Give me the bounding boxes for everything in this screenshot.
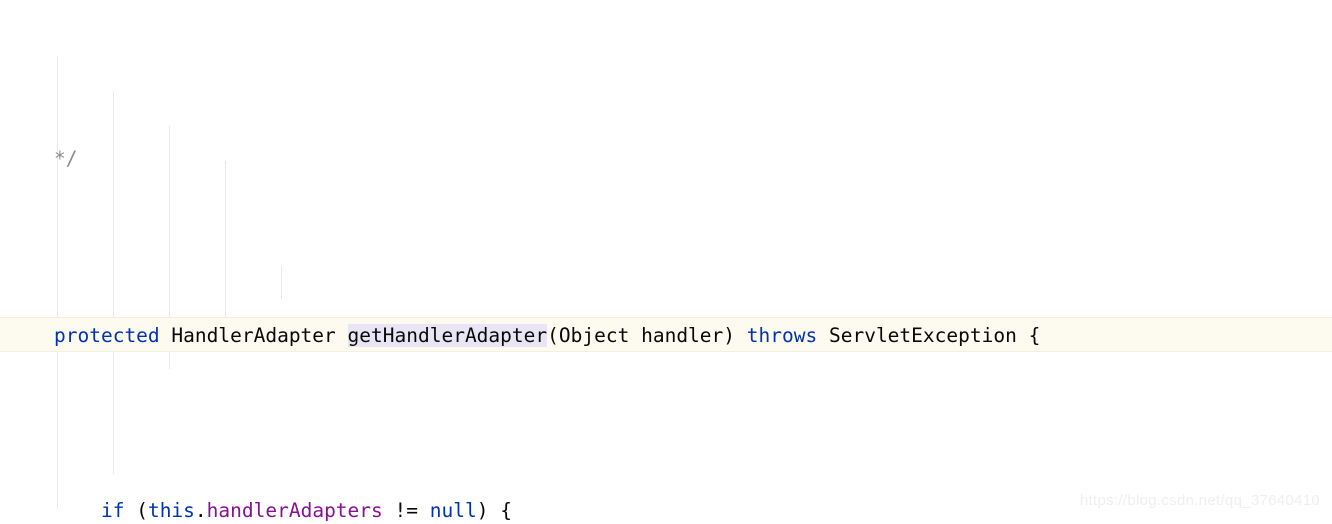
param-type: Object — [558, 323, 630, 347]
open-paren: ( — [136, 498, 148, 522]
code-line-1[interactable]: */ — [0, 141, 1332, 176]
keyword-protected: protected — [54, 323, 160, 347]
exception-type: ServletException — [828, 323, 1017, 347]
block-comment-end: */ — [54, 146, 78, 170]
close-paren: ) — [476, 498, 489, 522]
dot: . — [194, 498, 207, 522]
keyword-this: this — [147, 498, 195, 522]
open-paren: ( — [547, 323, 559, 347]
watermark: https://blog.csdn.net/qq_37640410 — [1079, 491, 1320, 509]
method-name-getHandlerAdapter[interactable]: getHandlerAdapter — [347, 323, 548, 347]
keyword-if: if — [100, 498, 125, 522]
return-type: HandlerAdapter — [171, 323, 336, 347]
operator-not-equal: != — [394, 498, 419, 522]
param-name: handler — [641, 323, 724, 347]
code-line-2[interactable]: protected HandlerAdapter getHandlerAdapt… — [0, 316, 1332, 352]
open-brace: { — [500, 498, 512, 522]
close-paren: ) — [723, 323, 736, 347]
keyword-null: null — [429, 498, 477, 522]
keyword-throws: throws — [746, 323, 818, 347]
open-brace: { — [1028, 323, 1041, 347]
code-editor-viewport[interactable]: */ protected HandlerAdapter getHandlerAd… — [0, 0, 1332, 524]
code-content[interactable]: */ protected HandlerAdapter getHandlerAd… — [0, 0, 1332, 524]
field-handlerAdapters[interactable]: handlerAdapters — [207, 499, 383, 522]
